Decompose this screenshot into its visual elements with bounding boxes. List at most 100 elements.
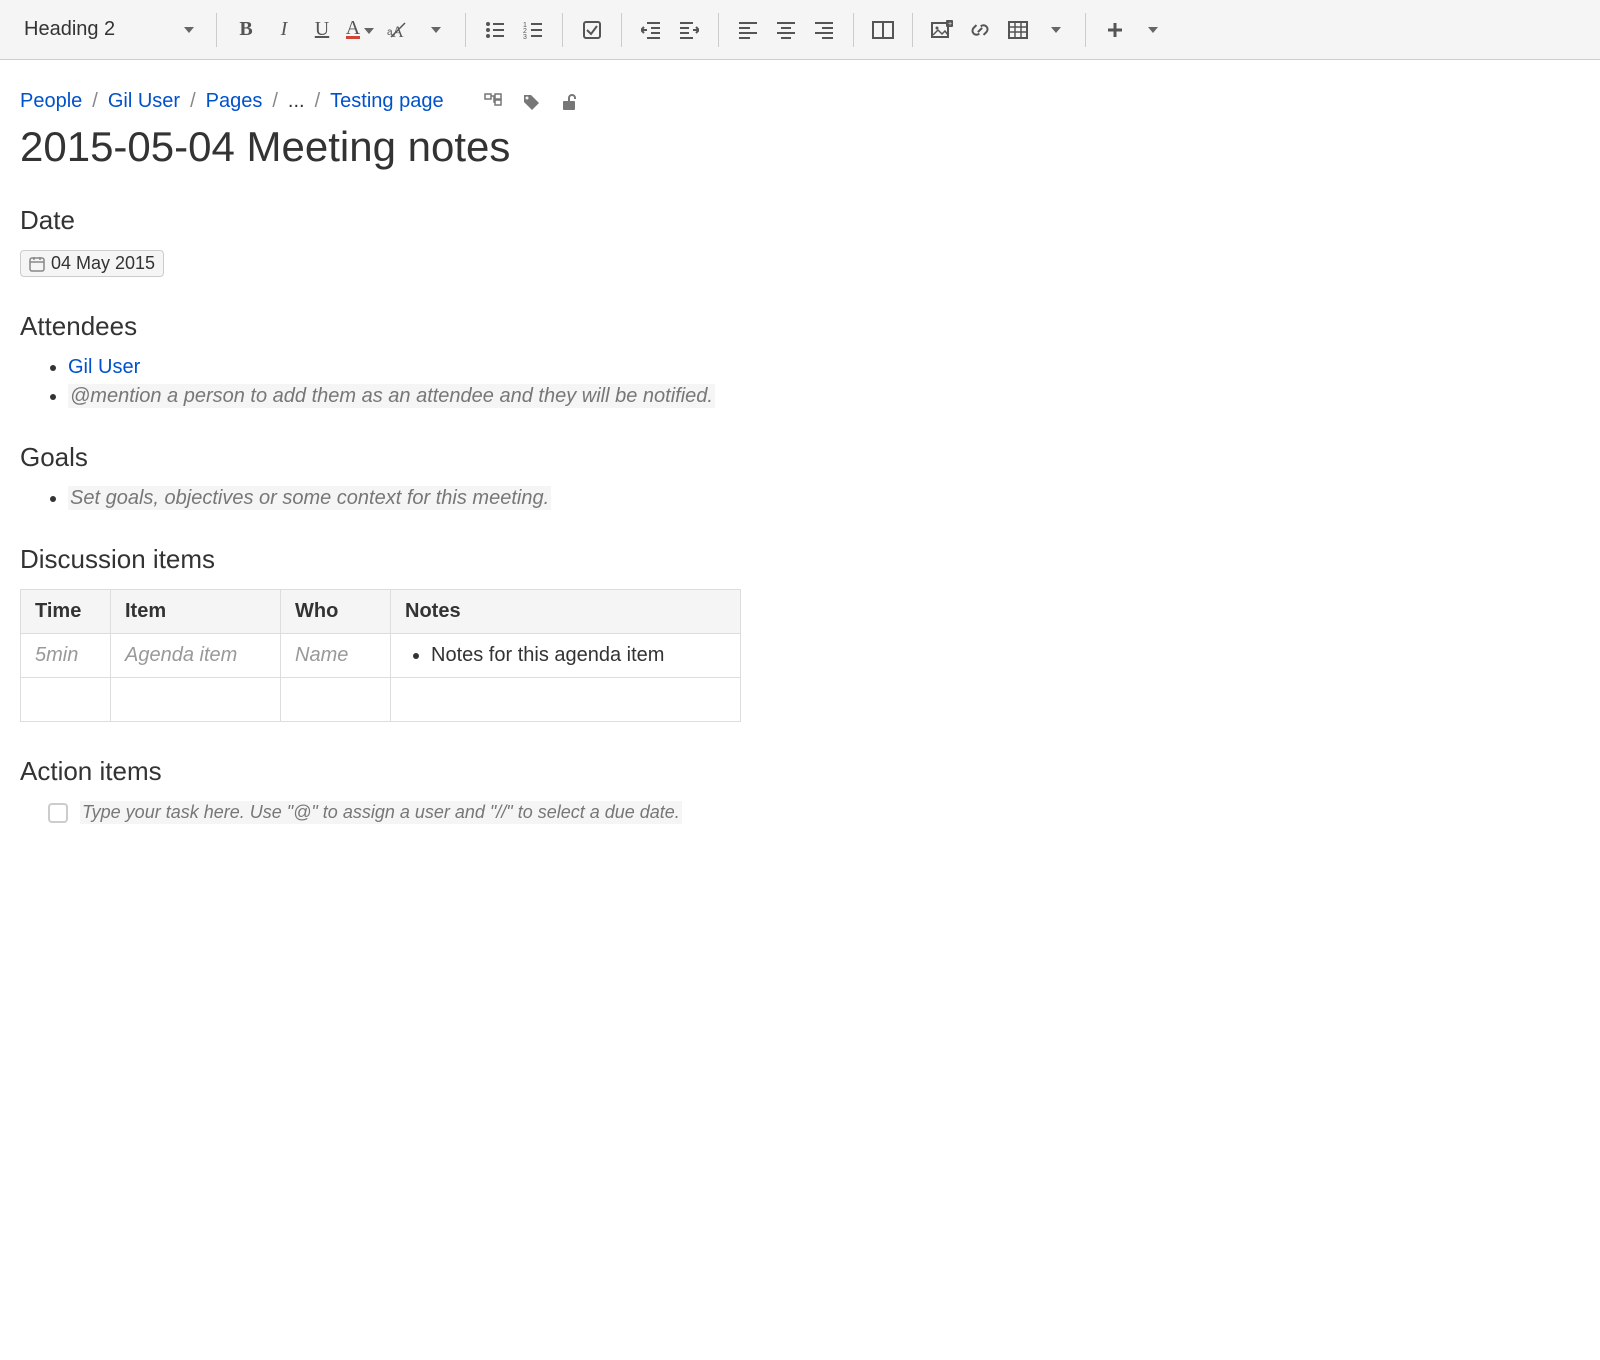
editor-content[interactable]: People / Gil User / Pages / ... / Testin… [0, 60, 1200, 884]
section-heading-date[interactable]: Date [20, 205, 1180, 236]
page-layout-button[interactable] [866, 13, 900, 47]
section-heading-attendees[interactable]: Attendees [20, 311, 1180, 342]
chevron-down-icon [1051, 27, 1061, 33]
link-icon [969, 21, 991, 39]
outdent-button[interactable] [634, 13, 668, 47]
insert-more-button[interactable] [1098, 13, 1132, 47]
svg-text:+: + [948, 21, 952, 28]
task-row[interactable]: Type your task here. Use "@" to assign a… [48, 801, 1180, 824]
attendee-link[interactable]: Gil User [68, 356, 140, 378]
insert-link-button[interactable] [963, 13, 997, 47]
list-item[interactable]: Set goals, objectives or some context fo… [68, 487, 1180, 510]
align-left-icon [738, 21, 758, 39]
insert-table-button[interactable] [1001, 13, 1035, 47]
text-color-icon: A [346, 20, 360, 39]
page-title[interactable]: 2015-05-04 Meeting notes [20, 123, 1180, 171]
toolbar-separator [216, 13, 217, 47]
page-layout-icon [872, 21, 894, 39]
cell-time[interactable]: 5min [21, 634, 111, 678]
task-list-icon [582, 20, 602, 40]
chevron-down-icon [431, 27, 441, 33]
section-heading-discussion[interactable]: Discussion items [20, 544, 1180, 575]
chevron-down-icon [364, 28, 374, 34]
breadcrumb-separator: / [315, 90, 321, 113]
breadcrumb-separator: / [190, 90, 196, 113]
task-list-button[interactable] [575, 13, 609, 47]
outdent-icon [641, 21, 661, 39]
goals-hint: Set goals, objectives or some context fo… [68, 486, 551, 510]
unlock-icon[interactable] [560, 93, 578, 111]
align-center-icon [776, 21, 796, 39]
more-formatting-button[interactable] [419, 13, 453, 47]
bullet-list-button[interactable] [478, 13, 512, 47]
discussion-table[interactable]: Time Item Who Notes 5min Agenda item Nam… [20, 589, 741, 722]
goals-list[interactable]: Set goals, objectives or some context fo… [20, 487, 1180, 510]
insert-table-dropdown[interactable] [1039, 13, 1073, 47]
clear-formatting-button[interactable]: a A [381, 13, 415, 47]
editor-toolbar: Heading 2 B I U A a A 1 2 3 [0, 0, 1600, 60]
image-icon: + [931, 20, 953, 40]
breadcrumb-separator: / [272, 90, 278, 113]
calendar-icon [29, 256, 45, 272]
bold-button[interactable]: B [229, 13, 263, 47]
toolbar-separator [621, 13, 622, 47]
align-center-button[interactable] [769, 13, 803, 47]
col-item[interactable]: Item [111, 590, 281, 634]
cell-time[interactable] [21, 678, 111, 722]
paragraph-style-select[interactable]: Heading 2 [14, 14, 204, 45]
list-item[interactable]: @mention a person to add them as an atte… [68, 385, 1180, 408]
attendees-list[interactable]: Gil User @mention a person to add them a… [20, 356, 1180, 408]
list-item[interactable]: Gil User [68, 356, 1180, 379]
text-color-button[interactable]: A [343, 13, 377, 47]
task-checkbox[interactable] [48, 803, 68, 823]
table-row[interactable] [21, 678, 741, 722]
notes-item[interactable]: Notes for this agenda item [431, 644, 726, 667]
table-icon [1008, 21, 1028, 39]
labels-icon[interactable] [522, 93, 540, 111]
breadcrumb-link-people[interactable]: People [20, 90, 82, 113]
insert-more-dropdown[interactable] [1136, 13, 1170, 47]
cell-notes[interactable] [391, 678, 741, 722]
toolbar-separator [853, 13, 854, 47]
toolbar-separator [718, 13, 719, 47]
clear-formatting-icon: a A [387, 20, 409, 40]
cell-item[interactable]: Agenda item [111, 634, 281, 678]
breadcrumb-link-pages[interactable]: Pages [206, 90, 263, 113]
bullet-list-icon [485, 21, 505, 39]
section-heading-goals[interactable]: Goals [20, 442, 1180, 473]
col-time[interactable]: Time [21, 590, 111, 634]
underline-button[interactable]: U [305, 13, 339, 47]
task-hint[interactable]: Type your task here. Use "@" to assign a… [80, 801, 682, 824]
toolbar-separator [562, 13, 563, 47]
align-right-button[interactable] [807, 13, 841, 47]
cell-notes[interactable]: Notes for this agenda item [391, 634, 741, 678]
cell-who[interactable] [281, 678, 391, 722]
toolbar-separator [465, 13, 466, 47]
chevron-down-icon [184, 27, 194, 33]
numbered-list-button[interactable]: 1 2 3 [516, 13, 550, 47]
col-notes[interactable]: Notes [391, 590, 741, 634]
date-value: 04 May 2015 [51, 253, 155, 274]
col-who[interactable]: Who [281, 590, 391, 634]
italic-button[interactable]: I [267, 13, 301, 47]
insert-image-button[interactable]: + [925, 13, 959, 47]
align-left-button[interactable] [731, 13, 765, 47]
table-row[interactable]: 5min Agenda item Name Notes for this age… [21, 634, 741, 678]
date-chip[interactable]: 04 May 2015 [20, 250, 164, 277]
chevron-down-icon [1148, 27, 1158, 33]
breadcrumb-ellipsis[interactable]: ... [288, 90, 305, 113]
cell-item[interactable] [111, 678, 281, 722]
svg-text:3: 3 [523, 34, 527, 39]
align-right-icon [814, 21, 834, 39]
paragraph-style-label: Heading 2 [24, 18, 115, 41]
indent-button[interactable] [672, 13, 706, 47]
attendee-hint: @mention a person to add them as an atte… [68, 384, 715, 408]
breadcrumb-link-current[interactable]: Testing page [330, 90, 443, 113]
section-heading-action[interactable]: Action items [20, 756, 1180, 787]
plus-icon [1107, 22, 1123, 38]
cell-who[interactable]: Name [281, 634, 391, 678]
toolbar-separator [1085, 13, 1086, 47]
numbered-list-icon: 1 2 3 [523, 21, 543, 39]
page-tree-icon[interactable] [484, 93, 502, 111]
breadcrumb-link-user[interactable]: Gil User [108, 90, 180, 113]
